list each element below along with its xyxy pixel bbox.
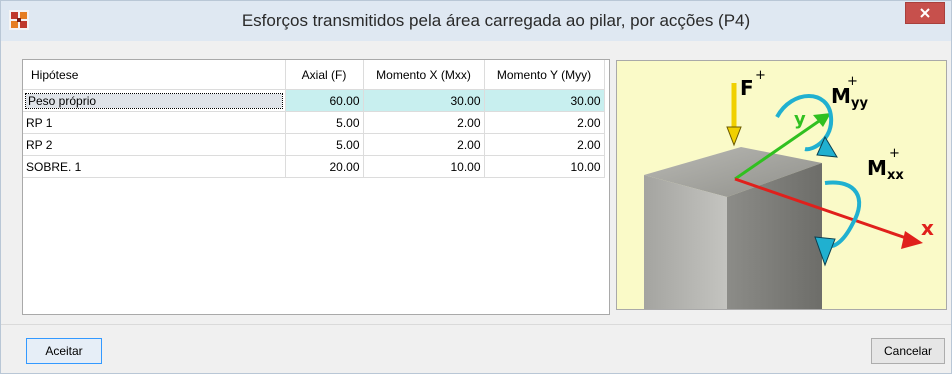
force-arrow <box>726 83 742 147</box>
moment-y-cell[interactable]: 2.00 <box>484 111 605 134</box>
column-left-face <box>644 175 727 309</box>
force-plus-label: + <box>755 68 766 83</box>
table-row[interactable]: RP 1 5.00 2.00 2.00 <box>23 111 605 134</box>
moment-y-cell[interactable]: 10.00 <box>484 155 605 178</box>
axial-cell[interactable]: 5.00 <box>285 133 364 156</box>
moment-x-cell[interactable]: 10.00 <box>363 155 485 178</box>
column-header-axial[interactable]: Axial (F) <box>285 60 364 90</box>
mxx-subscript: xx <box>887 168 904 183</box>
axial-cell[interactable]: 5.00 <box>285 111 364 134</box>
moment-x-cell[interactable]: 30.00 <box>363 89 485 112</box>
x-axis-label: x <box>921 216 934 240</box>
y-axis-label: y <box>794 109 806 130</box>
table-row[interactable]: Peso próprio 60.00 30.00 30.00 <box>23 89 605 112</box>
moment-y-cell[interactable]: 30.00 <box>484 89 605 112</box>
title-bar[interactable]: Esforços transmitidos pela área carregad… <box>1 1 951 41</box>
close-button[interactable] <box>905 2 945 24</box>
mxx-label: M <box>867 156 887 180</box>
table-row[interactable]: RP 2 5.00 2.00 2.00 <box>23 133 605 156</box>
column-header-moment-x[interactable]: Momento X (Mxx) <box>363 60 485 90</box>
moment-x-cell[interactable]: 2.00 <box>363 133 485 156</box>
accept-button[interactable]: Aceitar <box>26 338 102 364</box>
mxx-plus-label: + <box>889 146 900 161</box>
close-icon <box>920 8 930 18</box>
hypothesis-cell[interactable]: Peso próprio <box>23 89 286 112</box>
table-header-row: Hipótese Axial (F) Momento X (Mxx) Momen… <box>23 60 605 90</box>
hypothesis-cell[interactable]: RP 1 <box>23 111 286 134</box>
cancel-button[interactable]: Cancelar <box>871 338 945 364</box>
pillar-diagram-svg: F + y x M yy + M xx + <box>644 68 934 309</box>
efforts-table-panel[interactable]: Hipótese Axial (F) Momento X (Mxx) Momen… <box>22 59 610 315</box>
moment-x-cell[interactable]: 2.00 <box>363 111 485 134</box>
force-label: F <box>740 76 754 100</box>
efforts-table: Hipótese Axial (F) Momento X (Mxx) Momen… <box>23 60 605 178</box>
myy-moment-arrow <box>775 94 838 158</box>
table-row[interactable]: SOBRE. 1 20.00 10.00 10.00 <box>23 155 605 178</box>
column-header-hypothesis[interactable]: Hipótese <box>23 60 286 90</box>
moment-y-cell[interactable]: 2.00 <box>484 133 605 156</box>
hypothesis-cell[interactable]: SOBRE. 1 <box>23 155 286 178</box>
axial-cell[interactable]: 60.00 <box>285 89 364 112</box>
footer-separator <box>1 324 951 325</box>
column-header-moment-y[interactable]: Momento Y (Myy) <box>484 60 605 90</box>
dialog-window: Esforços transmitidos pela área carregad… <box>0 0 952 374</box>
axial-cell[interactable]: 20.00 <box>285 155 364 178</box>
column-forces-diagram: F + y x M yy + M xx + <box>616 60 947 310</box>
window-title: Esforços transmitidos pela área carregad… <box>241 11 751 30</box>
hypothesis-cell[interactable]: RP 2 <box>23 133 286 156</box>
myy-plus-label: + <box>847 74 858 89</box>
myy-subscript: yy <box>851 96 868 111</box>
